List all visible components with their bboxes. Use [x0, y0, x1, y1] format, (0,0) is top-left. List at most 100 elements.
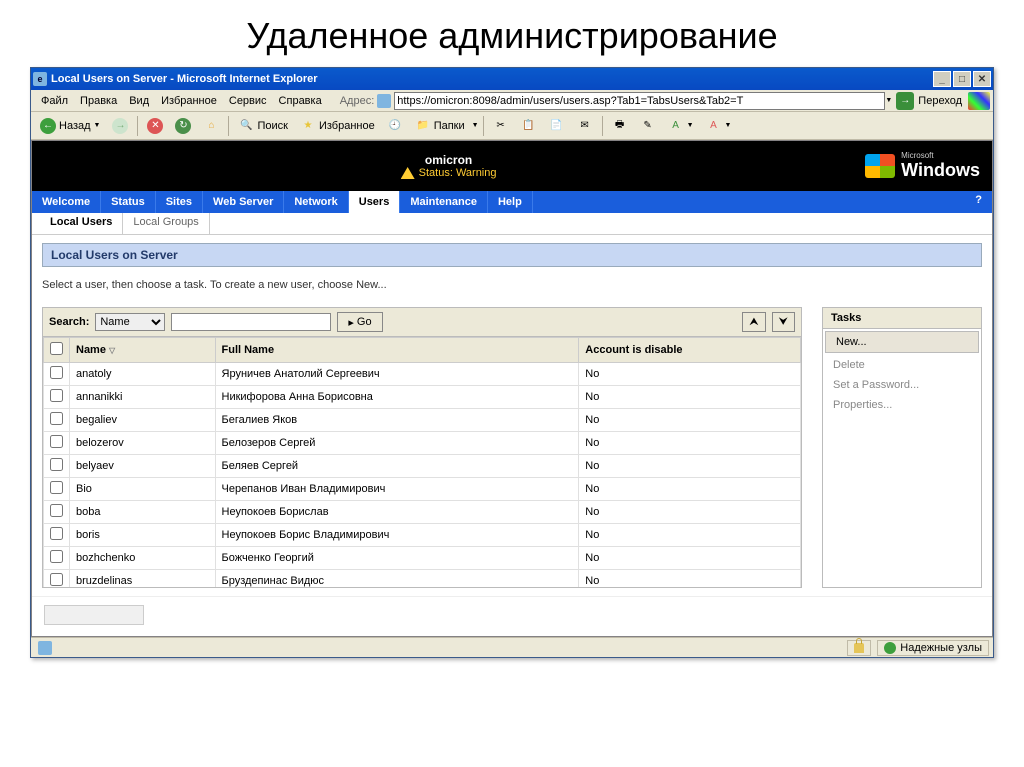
cell-disabled: No: [579, 386, 801, 409]
col-disabled[interactable]: Account is disable: [579, 338, 801, 363]
cell-name: annanikki: [70, 386, 216, 409]
go-button[interactable]: →: [896, 92, 914, 110]
menu-file[interactable]: Файл: [35, 93, 74, 109]
windows-flag-icon: [865, 154, 895, 178]
table-row[interactable]: bozhchenkoБожченко ГеоргийNo: [44, 547, 801, 570]
row-checkbox[interactable]: [50, 412, 63, 425]
folders-button[interactable]: 📁 Папки: [410, 115, 470, 137]
row-checkbox[interactable]: [50, 573, 63, 586]
page-next-button[interactable]: ⮟: [772, 312, 795, 332]
separator: [483, 116, 484, 136]
table-row[interactable]: bobaНеупокоев БориславNo: [44, 501, 801, 524]
row-checkbox[interactable]: [50, 366, 63, 379]
menu-help[interactable]: Справка: [273, 93, 328, 109]
table-row[interactable]: belozerovБелозеров СергейNo: [44, 432, 801, 455]
cell-name: bruzdelinas: [70, 570, 216, 588]
table-row[interactable]: bruzdelinasБруздепинас ВидюсNo: [44, 570, 801, 588]
cell-fullname: Белозеров Сергей: [215, 432, 579, 455]
task-delete: Delete: [823, 355, 981, 375]
encoding-icon: A: [668, 118, 684, 134]
tab-maintenance[interactable]: Maintenance: [400, 191, 488, 213]
menu-tools[interactable]: Сервис: [223, 93, 273, 109]
forward-button[interactable]: →: [107, 115, 133, 137]
menubar: Файл Правка Вид Избранное Сервис Справка…: [31, 90, 993, 112]
col-name[interactable]: Name ▽: [70, 338, 216, 363]
tab-network[interactable]: Network: [284, 191, 348, 213]
edit-button[interactable]: ✎: [635, 115, 661, 137]
cell-fullname: Яруничев Анатолий Сергеевич: [215, 363, 579, 386]
panel-title: Local Users on Server: [42, 243, 982, 267]
subtab-local-users[interactable]: Local Users: [40, 213, 123, 234]
copy-icon: 📋: [521, 118, 537, 134]
row-checkbox[interactable]: [50, 550, 63, 563]
tab-users[interactable]: Users: [349, 191, 401, 213]
refresh-button[interactable]: ↻: [170, 115, 196, 137]
toolbar: ← Назад ▼ → ✕ ↻ ⌂ 🔍 Поиск ★ Избранное 🕘 …: [31, 112, 993, 140]
search-field-select[interactable]: Name: [95, 313, 165, 331]
minimize-button[interactable]: _: [933, 71, 951, 87]
paste-button[interactable]: 📄: [544, 115, 570, 137]
tab-help[interactable]: Help: [488, 191, 533, 213]
size-button[interactable]: A▼: [701, 115, 737, 137]
row-checkbox[interactable]: [50, 504, 63, 517]
search-input[interactable]: [171, 313, 331, 331]
maximize-button[interactable]: □: [953, 71, 971, 87]
menu-edit[interactable]: Правка: [74, 93, 123, 109]
close-button[interactable]: ✕: [973, 71, 991, 87]
warning-icon: [401, 167, 415, 179]
cell-fullname: Бегалиев Яков: [215, 409, 579, 432]
task-set-a-password-: Set a Password...: [823, 375, 981, 395]
dropdown-icon[interactable]: ▼: [472, 122, 479, 129]
row-checkbox[interactable]: [50, 389, 63, 402]
cell-fullname: Никифорова Анна Борисовна: [215, 386, 579, 409]
back-button[interactable]: ← Назад ▼: [35, 115, 105, 137]
separator: [602, 116, 603, 136]
tab-web-server[interactable]: Web Server: [203, 191, 284, 213]
search-button[interactable]: 🔍 Поиск: [233, 115, 292, 137]
home-button[interactable]: ⌂: [198, 115, 224, 137]
subtab-local-groups[interactable]: Local Groups: [123, 213, 209, 234]
task-new-[interactable]: New...: [825, 331, 979, 353]
refresh-icon: ↻: [175, 118, 191, 134]
cut-button[interactable]: ✂: [488, 115, 514, 137]
select-all-checkbox[interactable]: [50, 342, 63, 355]
cell-disabled: No: [579, 501, 801, 524]
copy-button[interactable]: 📋: [516, 115, 542, 137]
go-button[interactable]: ▸ Go: [337, 312, 382, 332]
print-button[interactable]: 🖶: [607, 115, 633, 137]
row-checkbox[interactable]: [50, 527, 63, 540]
table-row[interactable]: begalievБегалиев ЯковNo: [44, 409, 801, 432]
menu-favorites[interactable]: Избранное: [155, 93, 223, 109]
col-check[interactable]: [44, 338, 70, 363]
lock-icon: [854, 643, 864, 653]
cell-name: belozerov: [70, 432, 216, 455]
menu-view[interactable]: Вид: [123, 93, 155, 109]
table-row[interactable]: belyaevБеляев СергейNo: [44, 455, 801, 478]
tab-help-q[interactable]: ?: [965, 191, 992, 213]
table-row[interactable]: annanikkiНикифорова Анна БорисовнаNo: [44, 386, 801, 409]
tab-status[interactable]: Status: [101, 191, 156, 213]
address-dropdown-icon[interactable]: ▼: [885, 97, 892, 104]
row-checkbox[interactable]: [50, 435, 63, 448]
col-fullname[interactable]: Full Name: [215, 338, 579, 363]
encoding-button[interactable]: A▼: [663, 115, 699, 137]
address-input[interactable]: [394, 92, 885, 110]
row-checkbox[interactable]: [50, 458, 63, 471]
search-icon: 🔍: [238, 118, 254, 134]
users-table: Name ▽ Full Name Account is disable anat…: [43, 337, 801, 587]
favorites-button[interactable]: ★ Избранное: [295, 115, 380, 137]
table-scroll[interactable]: Name ▽ Full Name Account is disable anat…: [43, 337, 801, 587]
table-row[interactable]: borisНеупокоев Борис ВладимировичNo: [44, 524, 801, 547]
footer-button[interactable]: [44, 605, 144, 625]
history-button[interactable]: 🕘: [382, 115, 408, 137]
page-icon: [377, 94, 391, 108]
stop-button[interactable]: ✕: [142, 115, 168, 137]
table-row[interactable]: anatolyЯруничев Анатолий СергеевичNo: [44, 363, 801, 386]
row-checkbox[interactable]: [50, 481, 63, 494]
page-prev-button[interactable]: ⮝: [742, 312, 765, 332]
tab-welcome[interactable]: Welcome: [32, 191, 101, 213]
mail-button[interactable]: ✉: [572, 115, 598, 137]
tab-sites[interactable]: Sites: [156, 191, 203, 213]
table-row[interactable]: BioЧерепанов Иван ВладимировичNo: [44, 478, 801, 501]
windows-brand: Microsoft Windows: [865, 151, 992, 181]
